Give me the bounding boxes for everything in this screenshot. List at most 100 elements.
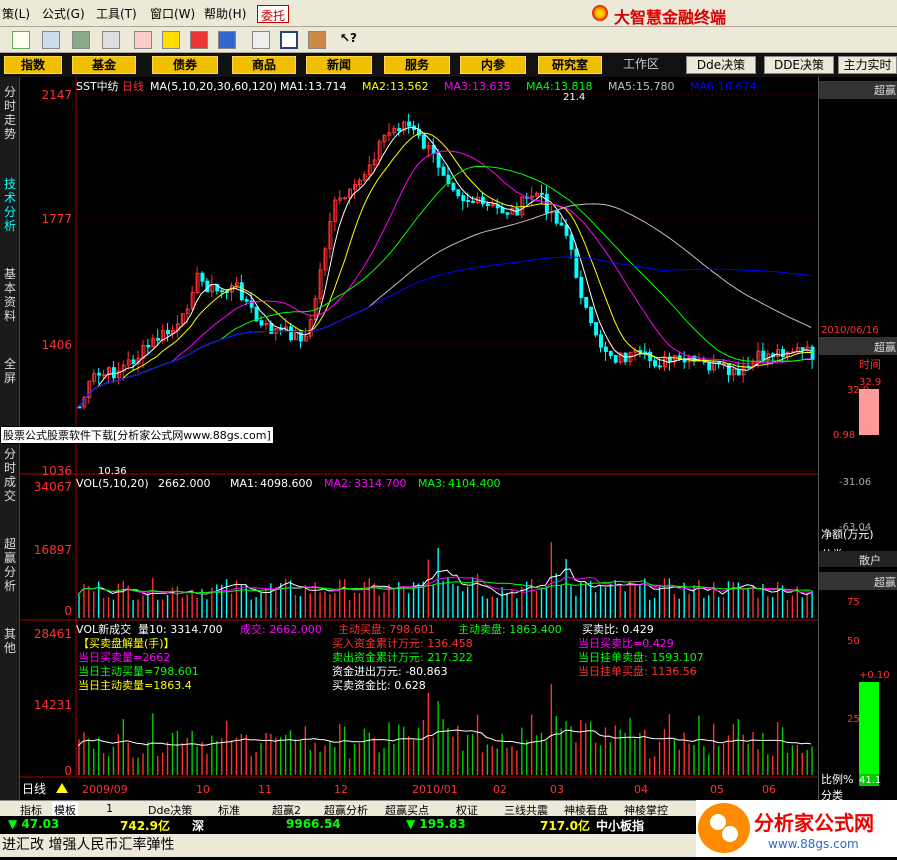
menu-bar: 策(L) 公式(G) 工具(T) 窗口(W) 帮助(H) 委托 大智慧金融终端 [0, 0, 897, 27]
side-tab-intraday[interactable]: 分时走势 [2, 85, 18, 141]
side-tab-technical[interactable]: 技术分析 [2, 177, 18, 233]
side-tab-ticks[interactable]: 分时成交 [2, 447, 18, 503]
binoculars-icon[interactable] [42, 31, 60, 49]
right-v411: 41.1 [859, 775, 881, 786]
x-axis-label: 10 [196, 783, 210, 796]
status-shanghai-amount: 742.9亿 [120, 819, 170, 833]
notepad-icon[interactable] [252, 31, 270, 49]
brand-title: 大智慧金融终端 [614, 8, 727, 27]
right-time-label: 时间 [859, 358, 881, 371]
vol2-info-col2: 资金进出万元: -80.863 [332, 664, 448, 678]
logo-text: 分析家公式网 [754, 811, 874, 835]
vol2-buy: 主动买盘: 798.601 [338, 622, 435, 636]
candle-body [131, 359, 136, 365]
candle-body [298, 330, 303, 342]
books-icon[interactable] [308, 31, 326, 49]
edit-icon[interactable] [134, 31, 152, 49]
status-shenzhen-change: ▼ 195.83 [406, 817, 466, 831]
right-netflow: 净额(万元) [821, 527, 874, 541]
vol-label: VOL(5,10,20) [76, 477, 149, 490]
candle-body [539, 192, 544, 195]
vol-ytick: 16897 [34, 543, 72, 557]
candle-body [554, 210, 559, 224]
wallet-icon[interactable] [190, 31, 208, 49]
diamond-icon[interactable] [162, 31, 180, 49]
x-axis-label: 02 [493, 783, 507, 796]
window-icon[interactable] [280, 31, 298, 49]
candle-body [589, 306, 594, 324]
candle-body [707, 361, 712, 371]
side-tab-fullscreen[interactable]: 全屏 [2, 357, 18, 385]
nav-main-realtime[interactable]: 主力实时 [838, 56, 897, 74]
nav-research[interactable]: 研究室 [538, 56, 602, 74]
ma-line [77, 256, 812, 408]
menu-formula[interactable]: 公式(G) [42, 5, 85, 22]
nav-service[interactable]: 服务 [384, 56, 450, 74]
status-sme-label: 中小板指 [596, 819, 645, 833]
chart-area[interactable]: SST中纺 日线 MA(5,10,20,30,60,120) MA1: 13.71… [0, 77, 818, 800]
candle-body [736, 368, 741, 376]
candle-body [244, 299, 249, 302]
weituo-button[interactable]: 委托 [257, 5, 290, 23]
menu-help[interactable]: 帮助(H) [204, 5, 246, 22]
price-ytick: 1777 [41, 212, 72, 226]
ma-header-label: MA3: [444, 80, 472, 93]
side-tab-chaoying[interactable]: 超赢分析 [2, 537, 18, 593]
nav-index[interactable]: 指数 [4, 56, 62, 74]
candle-body [451, 183, 456, 191]
candle-body [456, 189, 461, 197]
candle-body [166, 329, 170, 335]
candle-body [603, 346, 608, 353]
candle-body [574, 248, 579, 278]
vol2-ytick: 28461 [34, 627, 72, 641]
nav-insider[interactable]: 内参 [460, 56, 526, 74]
candle-body [343, 197, 348, 200]
vol-ytick: 34067 [34, 480, 72, 494]
right-sanhu-bg [819, 551, 897, 567]
candle-body [461, 195, 466, 202]
candle-body [564, 224, 569, 236]
candle-body [471, 200, 476, 203]
candle-body [579, 276, 584, 298]
candle-body [220, 290, 225, 293]
candle-body [200, 272, 205, 282]
nav-commodity[interactable]: 商品 [232, 56, 296, 74]
right-t25: 25 [847, 714, 860, 725]
btab-1[interactable]: 1 [106, 802, 113, 815]
side-tab-other[interactable]: 其他 [2, 627, 18, 655]
nav-dde1[interactable]: Dde决策 [686, 56, 756, 74]
period-label: 日线 [122, 79, 144, 93]
candle-body [800, 347, 805, 351]
logo-url: www.88gs.com [768, 837, 859, 851]
signal-icon[interactable] [12, 31, 30, 49]
help-cursor-icon[interactable]: ↖? [340, 31, 358, 49]
nav-dde2[interactable]: DDE决策 [764, 56, 834, 74]
candle-body [810, 346, 815, 360]
vol-ytick: 0 [64, 604, 72, 618]
nav-fund[interactable]: 基金 [72, 56, 136, 74]
nav-news[interactable]: 新闻 [306, 56, 372, 74]
ma-header-label: MA2: [362, 80, 390, 93]
ma-line [77, 203, 812, 408]
tools-icon[interactable] [102, 31, 120, 49]
ma-header-label: MA1: [280, 80, 308, 93]
status-shenzhen-label: 深 [192, 819, 205, 833]
candle-body [466, 200, 471, 203]
binoculars2-icon[interactable] [72, 31, 90, 49]
menu-strategy[interactable]: 策(L) [2, 5, 30, 22]
coin-icon[interactable] [218, 31, 236, 49]
ma-header-value: 13.562 [390, 80, 429, 93]
right-t75: 75 [847, 597, 860, 608]
menu-tools[interactable]: 工具(T) [96, 5, 137, 22]
nav-workspace[interactable]: 工作区 [612, 56, 670, 74]
nav-bond[interactable]: 债券 [152, 56, 218, 74]
menu-window[interactable]: 窗口(W) [150, 5, 195, 22]
vol2-info-col1: 当日主动买量=798.601 [78, 664, 199, 678]
side-tab-fundamental[interactable]: 基本资料 [2, 267, 18, 323]
status-shenzhen-amount: 717.0亿 [540, 819, 590, 833]
candle-body [608, 351, 613, 357]
candle-body [407, 121, 412, 127]
vol-ma-label: MA1: [230, 477, 258, 490]
right-title1: 超赢 [874, 83, 896, 97]
candle-body [279, 328, 284, 331]
